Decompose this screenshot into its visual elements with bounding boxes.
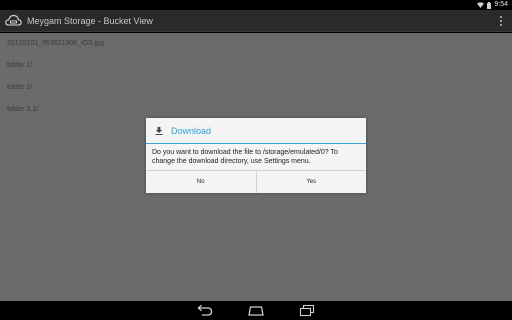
overflow-menu-icon[interactable] bbox=[498, 15, 504, 27]
dialog-title: Download bbox=[171, 126, 212, 136]
status-icons: 9:54 bbox=[477, 0, 508, 10]
cloud-icon[interactable] bbox=[5, 13, 22, 29]
app-title: Meygam Storage - Bucket View bbox=[27, 16, 153, 26]
list-item[interactable]: folder 2/ bbox=[0, 77, 512, 99]
status-time: 9:54 bbox=[494, 1, 508, 8]
dialog-buttons: No Yes bbox=[146, 170, 366, 193]
action-bar: Meygam Storage - Bucket View bbox=[0, 10, 512, 32]
list-item[interactable]: folder 1/ bbox=[0, 55, 512, 77]
back-icon[interactable] bbox=[196, 304, 214, 317]
download-icon bbox=[155, 127, 163, 135]
navigation-bar bbox=[0, 301, 512, 320]
no-button[interactable]: No bbox=[146, 171, 256, 193]
battery-icon bbox=[487, 1, 492, 9]
list-item[interactable]: 20120101_053621906_iOS.jpg bbox=[0, 33, 512, 55]
dialog-message: Do you want to download the file to /sto… bbox=[152, 149, 338, 165]
recents-icon[interactable] bbox=[298, 304, 316, 317]
wifi-icon bbox=[477, 2, 485, 8]
status-bar: 9:54 bbox=[0, 0, 512, 10]
yes-button[interactable]: Yes bbox=[255, 171, 367, 193]
download-dialog: Download Do you want to download the fil… bbox=[146, 118, 366, 193]
dialog-header: Download bbox=[146, 118, 366, 144]
home-icon[interactable] bbox=[247, 304, 265, 317]
